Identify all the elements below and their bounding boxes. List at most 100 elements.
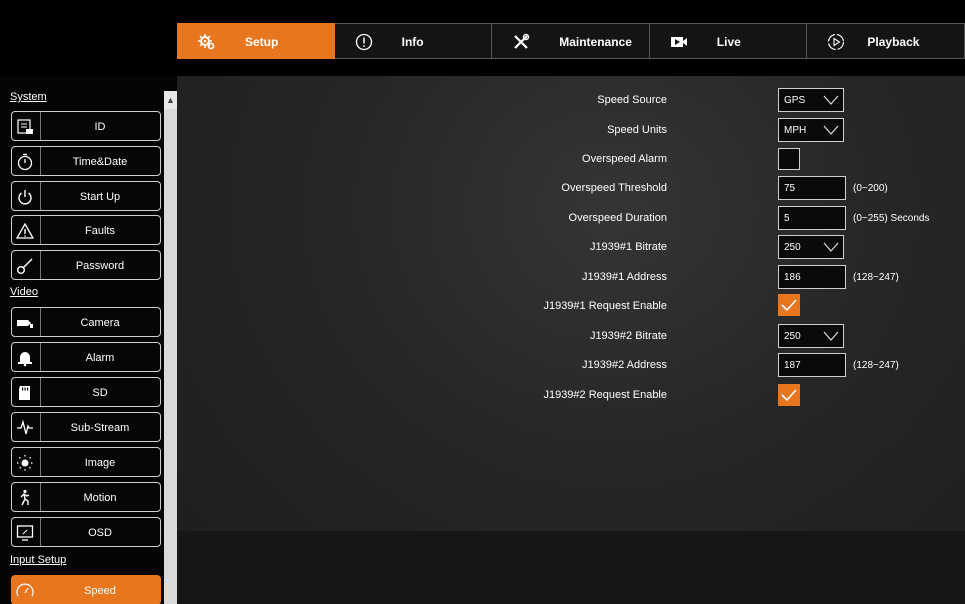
sidebar-item-label: ID bbox=[94, 121, 106, 133]
settings-panel: Speed Source GPS Speed Units MPH Overspe… bbox=[177, 76, 965, 604]
overspeed-threshold-range: (0~200) bbox=[853, 183, 888, 194]
tab-maintenance[interactable]: Maintenance bbox=[492, 23, 650, 59]
sidebar-item-label: Time&Date bbox=[72, 156, 128, 168]
tab-setup[interactable]: Setup bbox=[177, 23, 335, 59]
sidebar-item-motion[interactable]: Motion bbox=[11, 482, 161, 512]
input-value: 186 bbox=[784, 272, 801, 283]
gears-icon bbox=[198, 34, 215, 50]
stopwatch-icon bbox=[17, 153, 33, 171]
sidebar-item-password[interactable]: Password bbox=[11, 250, 161, 280]
sidebar-item-label: Sub-Stream bbox=[70, 422, 130, 434]
select-value: MPH bbox=[784, 125, 807, 136]
speed-source-label: Speed Source bbox=[597, 94, 667, 106]
speed-source-select[interactable]: GPS bbox=[778, 88, 844, 112]
checkmark-icon bbox=[781, 299, 797, 312]
camera-icon bbox=[17, 320, 33, 328]
panel-footer bbox=[177, 531, 965, 604]
brightness-icon bbox=[17, 455, 33, 471]
sidebar-item-label: Image bbox=[84, 457, 116, 469]
chevron-down-icon bbox=[823, 331, 839, 341]
tab-playback[interactable]: Playback bbox=[807, 23, 965, 59]
tab-label: Setup bbox=[245, 35, 279, 49]
sidebar-item-label: Motion bbox=[83, 492, 117, 504]
sidebar-item-start-up[interactable]: Start Up bbox=[11, 181, 161, 211]
sidebar-item-label: Faults bbox=[85, 225, 115, 237]
key-icon bbox=[17, 258, 33, 274]
chevron-down-icon bbox=[823, 95, 839, 105]
sidebar-item-image[interactable]: Image bbox=[11, 447, 161, 477]
video-camera-icon bbox=[670, 37, 687, 47]
j1939-2-address-input[interactable]: 187 bbox=[778, 353, 846, 377]
chevron-down-icon bbox=[823, 125, 839, 135]
sidebar-item-sub-stream[interactable]: Sub-Stream bbox=[11, 412, 161, 442]
sidebar-item-alarm[interactable]: Alarm bbox=[11, 342, 161, 372]
speed-units-label: Speed Units bbox=[607, 124, 667, 136]
warning-icon bbox=[16, 222, 34, 239]
input-value: 187 bbox=[784, 360, 801, 371]
sidebar-item-label: SD bbox=[92, 387, 108, 399]
overspeed-duration-label: Overspeed Duration bbox=[568, 212, 667, 224]
j1939-2-request-enable-checkbox[interactable] bbox=[778, 384, 800, 406]
j1939-2-address-range: (128~247) bbox=[853, 360, 899, 371]
bell-icon bbox=[18, 352, 32, 367]
power-icon bbox=[18, 190, 32, 205]
tab-label: Info bbox=[401, 35, 424, 49]
j1939-2-request-enable-label: J1939#2 Request Enable bbox=[543, 389, 667, 401]
play-circle-icon bbox=[828, 33, 845, 51]
sidebar-item-faults[interactable]: Faults bbox=[11, 215, 161, 245]
j1939-1-address-input[interactable]: 186 bbox=[778, 265, 846, 289]
tab-info[interactable]: Info bbox=[334, 23, 493, 59]
select-value: GPS bbox=[784, 95, 806, 106]
j1939-1-address-range: (128~247) bbox=[853, 272, 899, 283]
main-tabs: Setup Info Maintenance Live Playback bbox=[177, 23, 965, 59]
sidebar: System ID Time&Date Start Up Faults Pass… bbox=[0, 76, 177, 604]
waveform-icon bbox=[17, 419, 33, 435]
id-card-icon bbox=[17, 119, 33, 134]
tools-icon bbox=[514, 33, 530, 49]
monitor-icon bbox=[16, 525, 34, 541]
sidebar-item-speed[interactable]: Speed bbox=[11, 575, 161, 604]
j1939-1-bitrate-label: J1939#1 Bitrate bbox=[589, 241, 667, 253]
j1939-2-bitrate-select[interactable]: 250 bbox=[778, 324, 844, 348]
running-person-icon bbox=[20, 489, 30, 506]
tab-live[interactable]: Live bbox=[649, 23, 808, 59]
overspeed-alarm-label: Overspeed Alarm bbox=[582, 153, 667, 165]
checkmark-icon bbox=[781, 389, 797, 402]
scroll-up-arrow-icon[interactable]: ▲ bbox=[164, 91, 177, 109]
tab-label: Playback bbox=[867, 35, 920, 49]
overspeed-threshold-input[interactable]: 75 bbox=[778, 176, 846, 200]
sd-card-icon bbox=[19, 386, 30, 400]
sidebar-item-label: Start Up bbox=[79, 191, 121, 203]
sidebar-scrollbar[interactable]: ▲ bbox=[164, 91, 177, 604]
j1939-1-address-label: J1939#1 Address bbox=[581, 271, 667, 283]
info-circle-icon bbox=[355, 33, 372, 51]
sidebar-item-camera[interactable]: Camera bbox=[11, 307, 161, 337]
speed-units-select[interactable]: MPH bbox=[778, 118, 844, 142]
j1939-1-request-enable-label: J1939#1 Request Enable bbox=[543, 300, 667, 312]
overspeed-threshold-label: Overspeed Threshold bbox=[561, 182, 667, 194]
sidebar-item-time-date[interactable]: Time&Date bbox=[11, 146, 161, 176]
sidebar-item-label: Password bbox=[75, 260, 125, 272]
j1939-1-request-enable-checkbox[interactable] bbox=[778, 294, 800, 316]
select-value: 250 bbox=[784, 331, 801, 342]
overspeed-duration-input[interactable]: 5 bbox=[778, 206, 846, 230]
tab-label: Live bbox=[716, 35, 741, 49]
j1939-2-address-label: J1939#2 Address bbox=[581, 359, 667, 371]
input-value: 5 bbox=[784, 213, 790, 224]
chevron-down-icon bbox=[823, 242, 839, 252]
speedometer-icon bbox=[16, 583, 34, 597]
j1939-2-bitrate-label: J1939#2 Bitrate bbox=[589, 330, 667, 342]
sidebar-item-label: Alarm bbox=[85, 352, 115, 364]
section-title-input-setup: Input Setup bbox=[10, 554, 67, 566]
sidebar-item-osd[interactable]: OSD bbox=[11, 517, 161, 547]
overspeed-duration-range: (0~255) Seconds bbox=[853, 213, 930, 224]
sidebar-item-label: Speed bbox=[84, 585, 116, 597]
section-title-system: System bbox=[10, 91, 47, 103]
overspeed-alarm-checkbox[interactable] bbox=[778, 148, 800, 170]
sidebar-item-label: Camera bbox=[80, 317, 120, 329]
j1939-1-bitrate-select[interactable]: 250 bbox=[778, 235, 844, 259]
sidebar-item-id[interactable]: ID bbox=[11, 111, 161, 141]
tab-label: Maintenance bbox=[559, 35, 632, 49]
sidebar-item-sd[interactable]: SD bbox=[11, 377, 161, 407]
select-value: 250 bbox=[784, 242, 801, 253]
